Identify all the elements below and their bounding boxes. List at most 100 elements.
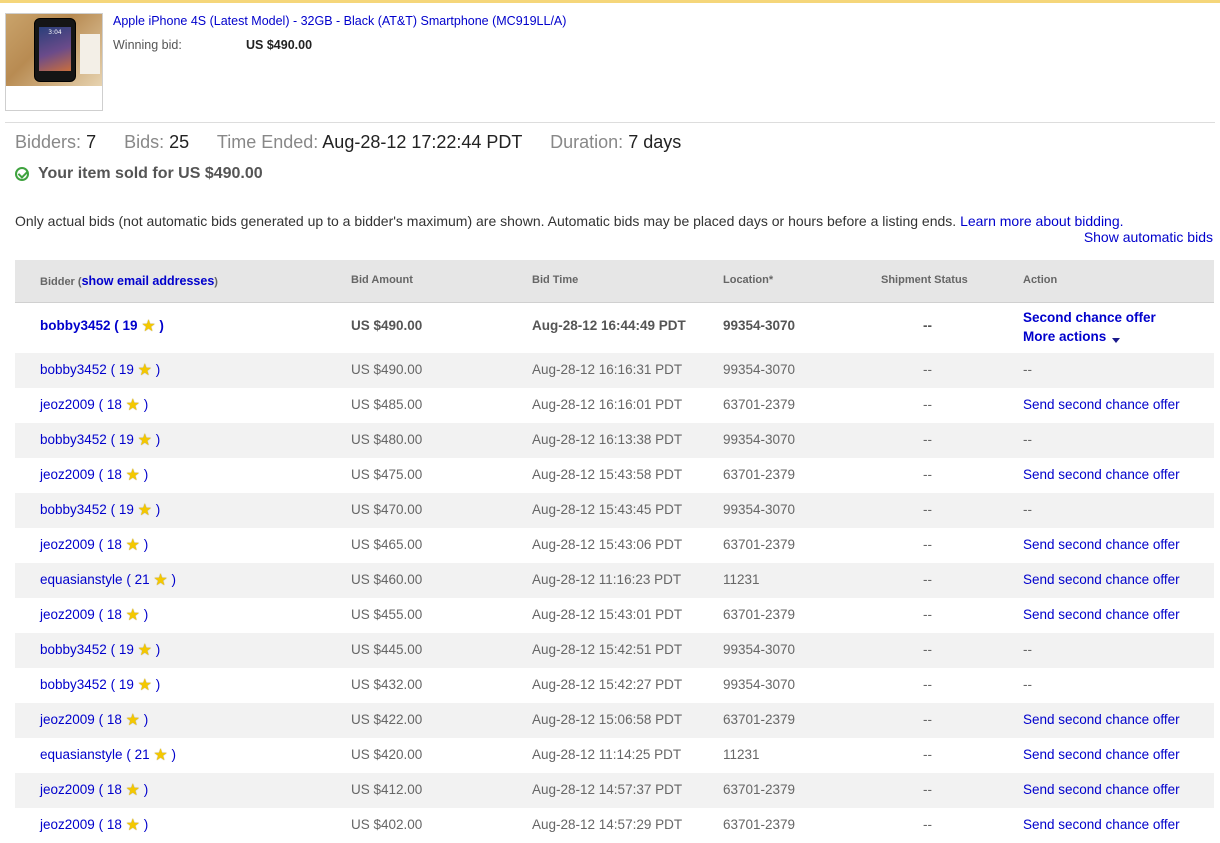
shipment-status: --: [923, 537, 932, 552]
bidder-link[interactable]: bobby3452: [40, 642, 107, 657]
bidder-link[interactable]: jeoz2009: [40, 537, 95, 552]
feedback-score-link[interactable]: 18: [107, 712, 122, 727]
shipment-status: --: [923, 747, 932, 762]
feedback-score-link[interactable]: 18: [107, 607, 122, 622]
bid-amount: US $455.00: [351, 607, 423, 622]
send-second-chance-offer-link[interactable]: Send second chance offer: [1023, 712, 1180, 727]
bid-location: 63701-2379: [723, 817, 796, 832]
bid-amount: US $402.00: [351, 817, 423, 832]
feedback-score-link[interactable]: 21: [135, 572, 150, 587]
bidder-link[interactable]: bobby3452: [40, 677, 107, 692]
time-ended-value: Aug-28-12 17:22:44 PDT: [322, 132, 523, 152]
feedback-score-link[interactable]: 18: [107, 782, 122, 797]
second-chance-offer-link[interactable]: Second chance offer: [1023, 310, 1156, 325]
star-icon: ★: [125, 817, 140, 834]
shipment-status: --: [923, 712, 932, 727]
table-body: bobby3452 ( 19 ★ ) US $490.00 Aug-28-12 16…: [15, 303, 1214, 843]
feedback-score-link[interactable]: 19: [119, 677, 134, 692]
bid-location: 99354-3070: [723, 677, 796, 692]
feedback-score-link[interactable]: 19: [123, 318, 138, 333]
bidder-cell: jeoz2009 ( 18 ★ ): [40, 537, 149, 554]
send-second-chance-offer-link[interactable]: Send second chance offer: [1023, 467, 1180, 482]
show-email-addresses-link[interactable]: show email addresses: [82, 274, 215, 288]
bidder-cell: bobby3452 ( 19 ★ ): [40, 432, 161, 449]
shipment-status: --: [923, 817, 932, 832]
table-row: jeoz2009 ( 18 ★ ) US $455.00 Aug-28-12 15:…: [15, 598, 1214, 633]
bid-time: Aug-28-12 15:43:06 PDT: [532, 537, 683, 552]
bidder-cell: jeoz2009 ( 18 ★ ): [40, 607, 149, 624]
bidder-cell: equasianstyle ( 21 ★ ): [40, 747, 176, 764]
send-second-chance-offer-link[interactable]: Send second chance offer: [1023, 537, 1180, 552]
bid-time: Aug-28-12 16:44:49 PDT: [532, 318, 686, 333]
action-none: --: [1023, 502, 1032, 517]
feedback-score-link[interactable]: 18: [107, 537, 122, 552]
send-second-chance-offer-link[interactable]: Send second chance offer: [1023, 607, 1180, 622]
bid-location: 99354-3070: [723, 432, 796, 447]
table-row: bobby3452 ( 19 ★ ) US $470.00 Aug-28-12 15…: [15, 493, 1214, 528]
phone-image: 3:04: [34, 18, 76, 82]
item-title-link[interactable]: Apple iPhone 4S (Latest Model) - 32GB - …: [113, 14, 566, 28]
show-automatic-bids-link[interactable]: Show automatic bids: [1084, 229, 1213, 245]
header-bid-time: Bid Time: [532, 274, 579, 286]
star-icon: ★: [125, 397, 140, 414]
feedback-score-link[interactable]: 19: [119, 502, 134, 517]
send-second-chance-offer-link[interactable]: Send second chance offer: [1023, 817, 1180, 832]
bidder-link[interactable]: jeoz2009: [40, 397, 95, 412]
feedback-score-link[interactable]: 18: [107, 467, 122, 482]
bidder-cell: jeoz2009 ( 18 ★ ): [40, 397, 149, 414]
bidder-link[interactable]: jeoz2009: [40, 607, 95, 622]
table-row: bobby3452 ( 19 ★ ) US $480.00 Aug-28-12 16…: [15, 423, 1214, 458]
action-none: --: [1023, 432, 1032, 447]
item-thumbnail[interactable]: 3:04: [5, 13, 103, 111]
bid-time: Aug-28-12 16:16:01 PDT: [532, 397, 683, 412]
checkmark-icon: [15, 167, 29, 181]
box-panel: [80, 34, 100, 74]
bidder-link[interactable]: jeoz2009: [40, 712, 95, 727]
bid-amount: US $420.00: [351, 747, 423, 762]
winning-bid-value: US $490.00: [246, 38, 313, 52]
more-actions-link[interactable]: More actions: [1023, 329, 1121, 344]
action-cell: Second chance offer More actions: [1023, 308, 1156, 346]
shipment-status: --: [923, 642, 932, 657]
bid-amount: US $445.00: [351, 642, 423, 657]
bidder-link[interactable]: jeoz2009: [40, 782, 95, 797]
bid-time: Aug-28-12 14:57:37 PDT: [532, 782, 683, 797]
bid-amount: US $470.00: [351, 502, 423, 517]
table-header: Bidder (show email addresses) Bid Amount…: [15, 260, 1214, 303]
send-second-chance-offer-link[interactable]: Send second chance offer: [1023, 572, 1180, 587]
feedback-score-link[interactable]: 19: [119, 642, 134, 657]
action-none: --: [1023, 642, 1032, 657]
feedback-score-link[interactable]: 19: [119, 432, 134, 447]
phone-screen: 3:04: [39, 27, 71, 71]
bidder-link[interactable]: bobby3452: [40, 432, 107, 447]
table-row: bobby3452 ( 19 ★ ) US $432.00 Aug-28-12 15…: [15, 668, 1214, 703]
feedback-score-link[interactable]: 18: [107, 817, 122, 832]
send-second-chance-offer-link[interactable]: Send second chance offer: [1023, 782, 1180, 797]
duration-label: Duration:: [550, 132, 624, 152]
bid-time: Aug-28-12 15:42:27 PDT: [532, 677, 683, 692]
learn-more-link[interactable]: Learn more about bidding.: [960, 213, 1123, 229]
bid-location: 63701-2379: [723, 712, 796, 727]
bidder-link[interactable]: equasianstyle: [40, 747, 123, 762]
bidder-link[interactable]: bobby3452: [40, 362, 107, 377]
feedback-score-link[interactable]: 19: [119, 362, 134, 377]
bidder-cell: bobby3452 ( 19 ★ ): [40, 502, 161, 519]
feedback-score-link[interactable]: 18: [107, 397, 122, 412]
table-row: jeoz2009 ( 18 ★ ) US $412.00 Aug-28-12 14:…: [15, 773, 1214, 808]
time-ended-label: Time Ended:: [216, 132, 319, 152]
bidder-link[interactable]: bobby3452: [40, 318, 111, 333]
star-icon: ★: [125, 712, 140, 729]
duration-value: 7 days: [628, 132, 682, 152]
shipment-status: --: [923, 677, 932, 692]
send-second-chance-offer-link[interactable]: Send second chance offer: [1023, 747, 1180, 762]
header-location: Location*: [723, 274, 774, 286]
table-row: jeoz2009 ( 18 ★ ) US $465.00 Aug-28-12 15:…: [15, 528, 1214, 563]
bidder-link[interactable]: equasianstyle: [40, 572, 123, 587]
phone-clock: 3:04: [48, 29, 62, 36]
send-second-chance-offer-link[interactable]: Send second chance offer: [1023, 397, 1180, 412]
feedback-score-link[interactable]: 21: [135, 747, 150, 762]
bidder-link[interactable]: jeoz2009: [40, 467, 95, 482]
table-row: bobby3452 ( 19 ★ ) US $445.00 Aug-28-12 15…: [15, 633, 1214, 668]
bidder-link[interactable]: jeoz2009: [40, 817, 95, 832]
bidder-link[interactable]: bobby3452: [40, 502, 107, 517]
